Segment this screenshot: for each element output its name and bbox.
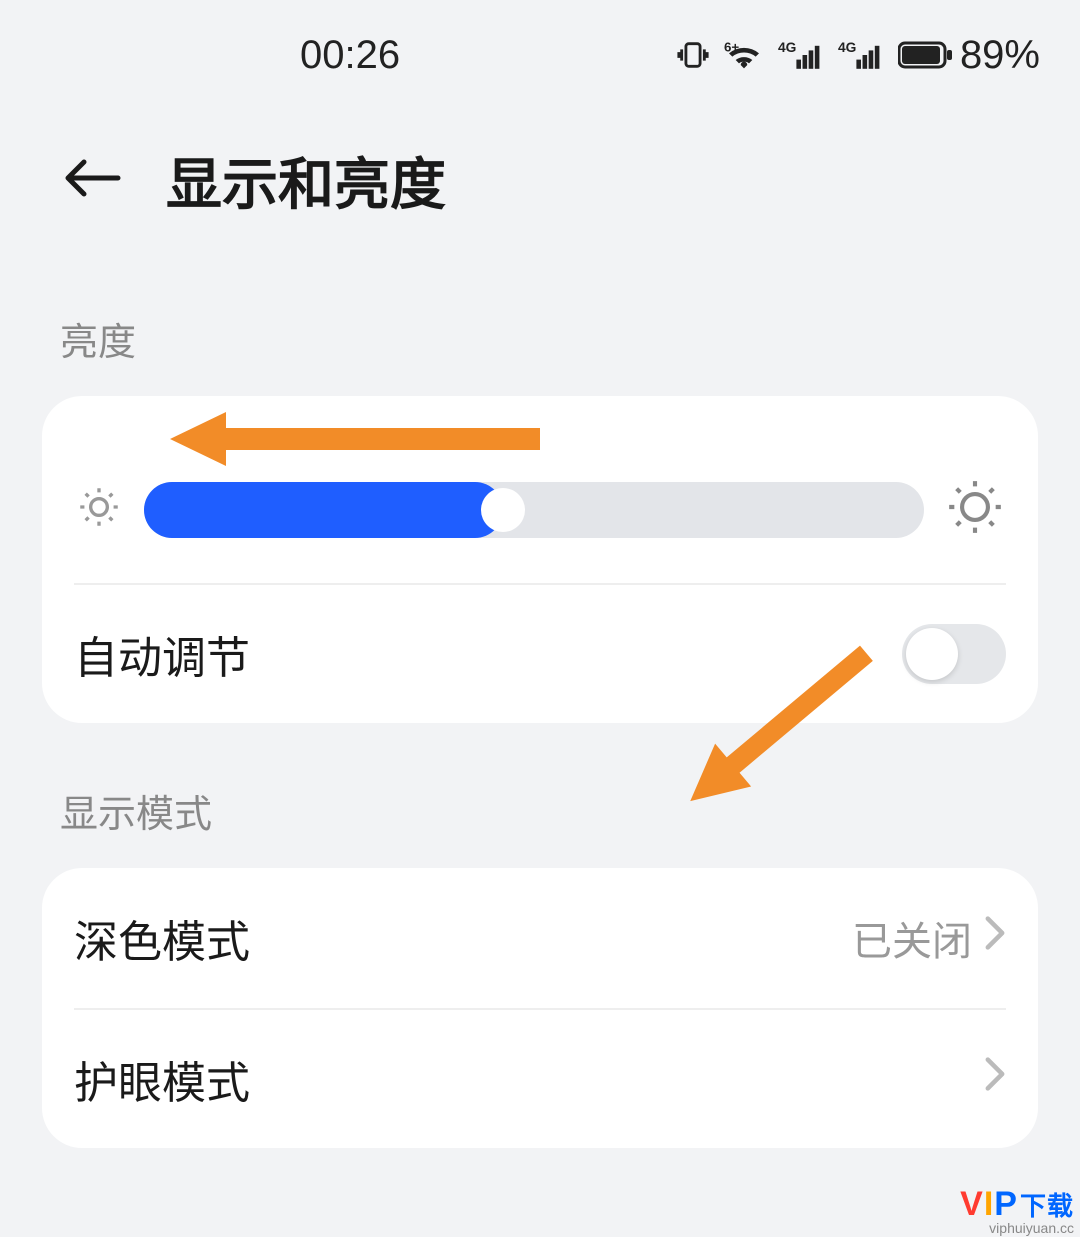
status-indicators: 6+ 4G 4G 89% (676, 33, 1040, 78)
sun-high-icon (944, 476, 1006, 543)
sun-low-icon (74, 482, 124, 537)
watermark-url: viphuiyuan.cc (960, 1221, 1074, 1235)
auto-brightness-toggle-knob (906, 628, 958, 680)
signal-1-icon: 4G (778, 38, 824, 72)
auto-brightness-label: 自动调节 (74, 622, 250, 686)
eye-care-value-group (984, 1056, 1006, 1102)
watermark: VIP下载 viphuiyuan.cc (960, 1187, 1074, 1235)
chevron-right-icon (984, 915, 1006, 961)
dark-mode-value: 已关闭 (852, 909, 972, 967)
eye-care-row[interactable]: 护眼模式 (74, 1008, 1006, 1148)
brightness-slider-fill (144, 482, 503, 538)
battery-icon (898, 40, 954, 70)
dark-mode-value-group: 已关闭 (852, 909, 1006, 967)
watermark-brand: VIP下载 (960, 1187, 1074, 1221)
status-time: 00:26 (300, 33, 400, 78)
brightness-card: 自动调节 (42, 396, 1038, 723)
svg-text:4G: 4G (838, 40, 856, 55)
dark-mode-row[interactable]: 深色模式 已关闭 (74, 868, 1006, 1008)
brightness-slider-thumb[interactable] (481, 488, 525, 532)
brightness-slider[interactable] (144, 482, 924, 538)
section-label-brightness: 亮度 (0, 281, 1080, 386)
display-mode-card: 深色模式 已关闭 护眼模式 (42, 868, 1038, 1148)
wifi-icon: 6+ (724, 38, 764, 72)
header: 显示和亮度 (0, 110, 1080, 281)
eye-care-label: 护眼模式 (74, 1047, 250, 1111)
vibrate-icon (676, 38, 710, 72)
signal-2-icon: 4G (838, 38, 884, 72)
chevron-right-icon (984, 1056, 1006, 1102)
battery-percent: 89% (960, 33, 1040, 78)
auto-brightness-row: 自动调节 (74, 583, 1006, 723)
page-title: 显示和亮度 (166, 140, 446, 221)
back-button[interactable] (60, 153, 126, 208)
section-label-display-mode: 显示模式 (0, 723, 1080, 858)
dark-mode-label: 深色模式 (74, 906, 250, 970)
brightness-slider-row (74, 476, 1006, 583)
status-bar: 00:26 6+ 4G 4G 89% (0, 0, 1080, 110)
auto-brightness-toggle[interactable] (902, 624, 1006, 684)
svg-text:4G: 4G (778, 40, 796, 55)
battery-indicator: 89% (898, 33, 1040, 78)
